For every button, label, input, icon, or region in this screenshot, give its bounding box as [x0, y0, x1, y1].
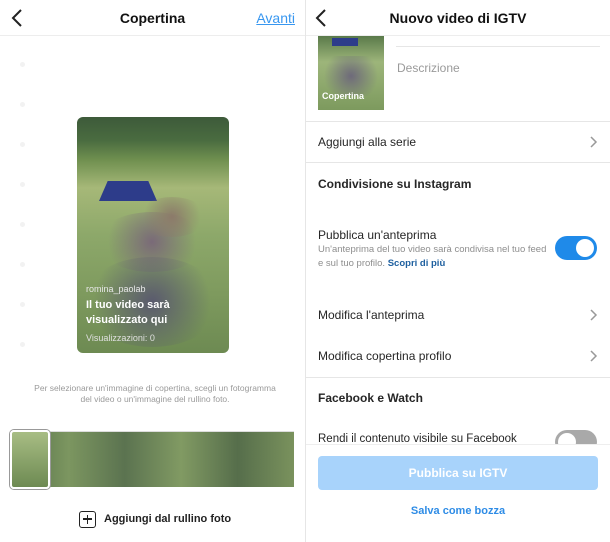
tent-shape: [99, 181, 157, 201]
page-title: Nuovo video di IGTV: [389, 10, 527, 26]
cover-header: Copertina Avanti: [0, 0, 305, 36]
frame-selector[interactable]: [10, 430, 50, 489]
plus-icon: [79, 510, 96, 528]
cover-thumbnail-label: Copertina: [322, 91, 365, 101]
instagram-sharing-heading: Condivisione su Instagram: [318, 177, 472, 191]
edit-preview-row[interactable]: Modifica l'anteprima: [318, 300, 598, 330]
cover-preview: romina_paolab Il tuo video sarà visualiz…: [77, 117, 229, 353]
edit-profile-cover-row[interactable]: Modifica copertina profilo: [318, 341, 598, 371]
title-field-underline: [396, 46, 600, 47]
add-to-series-row[interactable]: Aggiungi alla serie: [318, 127, 598, 157]
new-igtv-panel: Nuovo video di IGTV Copertina Descrizion…: [306, 0, 610, 542]
chevron-right-icon: [590, 309, 598, 321]
preview-views: Visualizzazioni: 0: [86, 333, 155, 343]
edit-profile-cover-label: Modifica copertina profilo: [318, 349, 452, 363]
edit-preview-label: Modifica l'anteprima: [318, 308, 425, 322]
learn-more-link[interactable]: Scopri di più: [388, 258, 446, 269]
add-to-series-label: Aggiungi alla serie: [318, 135, 417, 149]
toggle-knob: [576, 239, 594, 257]
cover-thumbnail[interactable]: Copertina: [318, 36, 384, 110]
next-button[interactable]: Avanti: [256, 10, 295, 26]
publish-preview-toggle[interactable]: [555, 236, 597, 260]
divider: [306, 377, 610, 378]
publish-igtv-button[interactable]: Pubblica su IGTV: [318, 456, 598, 490]
facebook-visibility-label: Rendi il contenuto visibile su Facebook: [318, 433, 517, 444]
publish-preview-title: Pubblica un'anteprima: [318, 228, 437, 242]
add-from-roll-button[interactable]: Aggiungi dal rullino foto: [79, 510, 231, 528]
frame-strip[interactable]: [12, 431, 294, 487]
description-field[interactable]: Descrizione: [397, 61, 460, 75]
chevron-right-icon: [590, 350, 598, 362]
publish-preview-description: Un'anteprima del tuo video sarà condivis…: [318, 243, 548, 271]
cover-hint: Per selezionare un'immagine di copertina…: [34, 383, 276, 404]
divider: [306, 162, 610, 163]
save-draft-button[interactable]: Salva come bozza: [306, 505, 610, 517]
preview-username: romina_paolab: [86, 284, 146, 294]
igtv-header: Nuovo video di IGTV: [306, 0, 610, 36]
divider: [306, 121, 610, 122]
chevron-right-icon: [590, 136, 598, 148]
preview-message: Il tuo video sarà visualizzato qui: [86, 299, 170, 326]
facebook-watch-heading: Facebook e Watch: [318, 391, 423, 405]
add-from-roll-label: Aggiungi dal rullino foto: [104, 513, 232, 525]
cover-panel: Copertina Avanti romina_paolab Il tuo vi…: [0, 0, 305, 542]
